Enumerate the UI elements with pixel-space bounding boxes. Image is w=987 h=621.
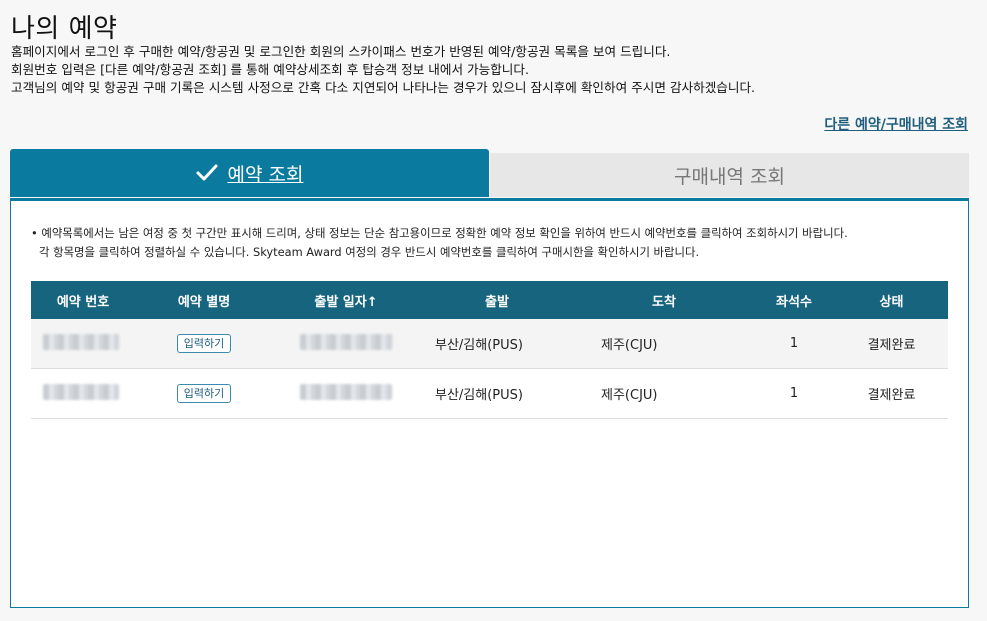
description-line: 회원번호 입력은 [다른 예약/항공권 조회] 를 통해 예약상세조회 후 탑승…	[11, 62, 529, 77]
header-booking-alias[interactable]: 예약 별명	[135, 281, 273, 319]
table-row: 입력하기 부산/김해(PUS) 제주(CJU) 1 결제완료	[31, 319, 948, 369]
reservation-panel: • 예약목록에서는 남은 여정 중 첫 구간만 표시해 드리며, 상태 정보는 …	[10, 198, 969, 608]
redacted-departure-date	[300, 333, 392, 350]
header-departure-date[interactable]: 출발 일자↑	[273, 281, 419, 319]
table-row: 입력하기 부산/김해(PUS) 제주(CJU) 1 결제완료	[31, 368, 948, 419]
tab-purchase-history[interactable]: 구매내역 조회	[490, 153, 969, 197]
arrival-cell: 제주(CJU)	[575, 319, 753, 369]
description-line: 고객님의 예약 및 항공권 구매 기록은 시스템 사정으로 간혹 다소 지연되어…	[11, 80, 756, 95]
arrival-cell: 제주(CJU)	[575, 368, 753, 419]
departure-cell: 부산/김해(PUS)	[419, 368, 575, 419]
table-header-row: 예약 번호 예약 별명 출발 일자↑ 출발 도착 좌석수 상태	[31, 281, 948, 319]
reservation-table: 예약 번호 예약 별명 출발 일자↑ 출발 도착 좌석수 상태 입력하기 부산/…	[31, 281, 948, 419]
redacted-departure-date	[300, 383, 392, 400]
header-seats[interactable]: 좌석수	[753, 281, 835, 319]
alias-input-button[interactable]: 입력하기	[176, 334, 232, 353]
status-cell: 결제완료	[835, 368, 948, 419]
check-icon	[196, 164, 218, 181]
booking-number-cell[interactable]	[31, 319, 135, 369]
tab-reservation-lookup[interactable]: 예약 조회	[10, 149, 489, 197]
header-booking-number[interactable]: 예약 번호	[31, 281, 135, 319]
header-arrival[interactable]: 도착	[575, 281, 753, 319]
tab-label: 예약 조회	[227, 163, 304, 186]
status-cell: 결제완료	[835, 319, 948, 369]
booking-number-cell[interactable]	[31, 368, 135, 419]
notice-line: 각 항목명을 클릭하여 정렬하실 수 있습니다. Skyteam Award 여…	[39, 245, 700, 259]
seats-cell: 1	[753, 319, 835, 369]
booking-alias-cell: 입력하기	[135, 368, 273, 419]
redacted-booking-number[interactable]	[43, 333, 119, 350]
notice: • 예약목록에서는 남은 여정 중 첫 구간만 표시해 드리며, 상태 정보는 …	[31, 224, 848, 262]
booking-alias-cell: 입력하기	[135, 319, 273, 369]
page-description: 홈페이지에서 로그인 후 구매한 예약/항공권 및 로그인한 회원의 스카이패스…	[11, 43, 755, 97]
description-line: 홈페이지에서 로그인 후 구매한 예약/항공권 및 로그인한 회원의 스카이패스…	[11, 44, 671, 59]
tab-bar: 예약 조회 구매내역 조회	[10, 149, 969, 199]
departure-date-cell	[273, 319, 419, 369]
header-status[interactable]: 상태	[835, 281, 948, 319]
departure-date-cell	[273, 368, 419, 419]
seats-cell: 1	[753, 368, 835, 419]
notice-line: • 예약목록에서는 남은 여정 중 첫 구간만 표시해 드리며, 상태 정보는 …	[31, 226, 848, 240]
header-departure[interactable]: 출발	[419, 281, 575, 319]
departure-cell: 부산/김해(PUS)	[419, 319, 575, 369]
page-title: 나의 예약	[11, 14, 118, 44]
other-reservation-link[interactable]: 다른 예약/구매내역 조회	[824, 114, 968, 134]
alias-input-button[interactable]: 입력하기	[176, 384, 232, 403]
redacted-booking-number[interactable]	[43, 383, 119, 400]
